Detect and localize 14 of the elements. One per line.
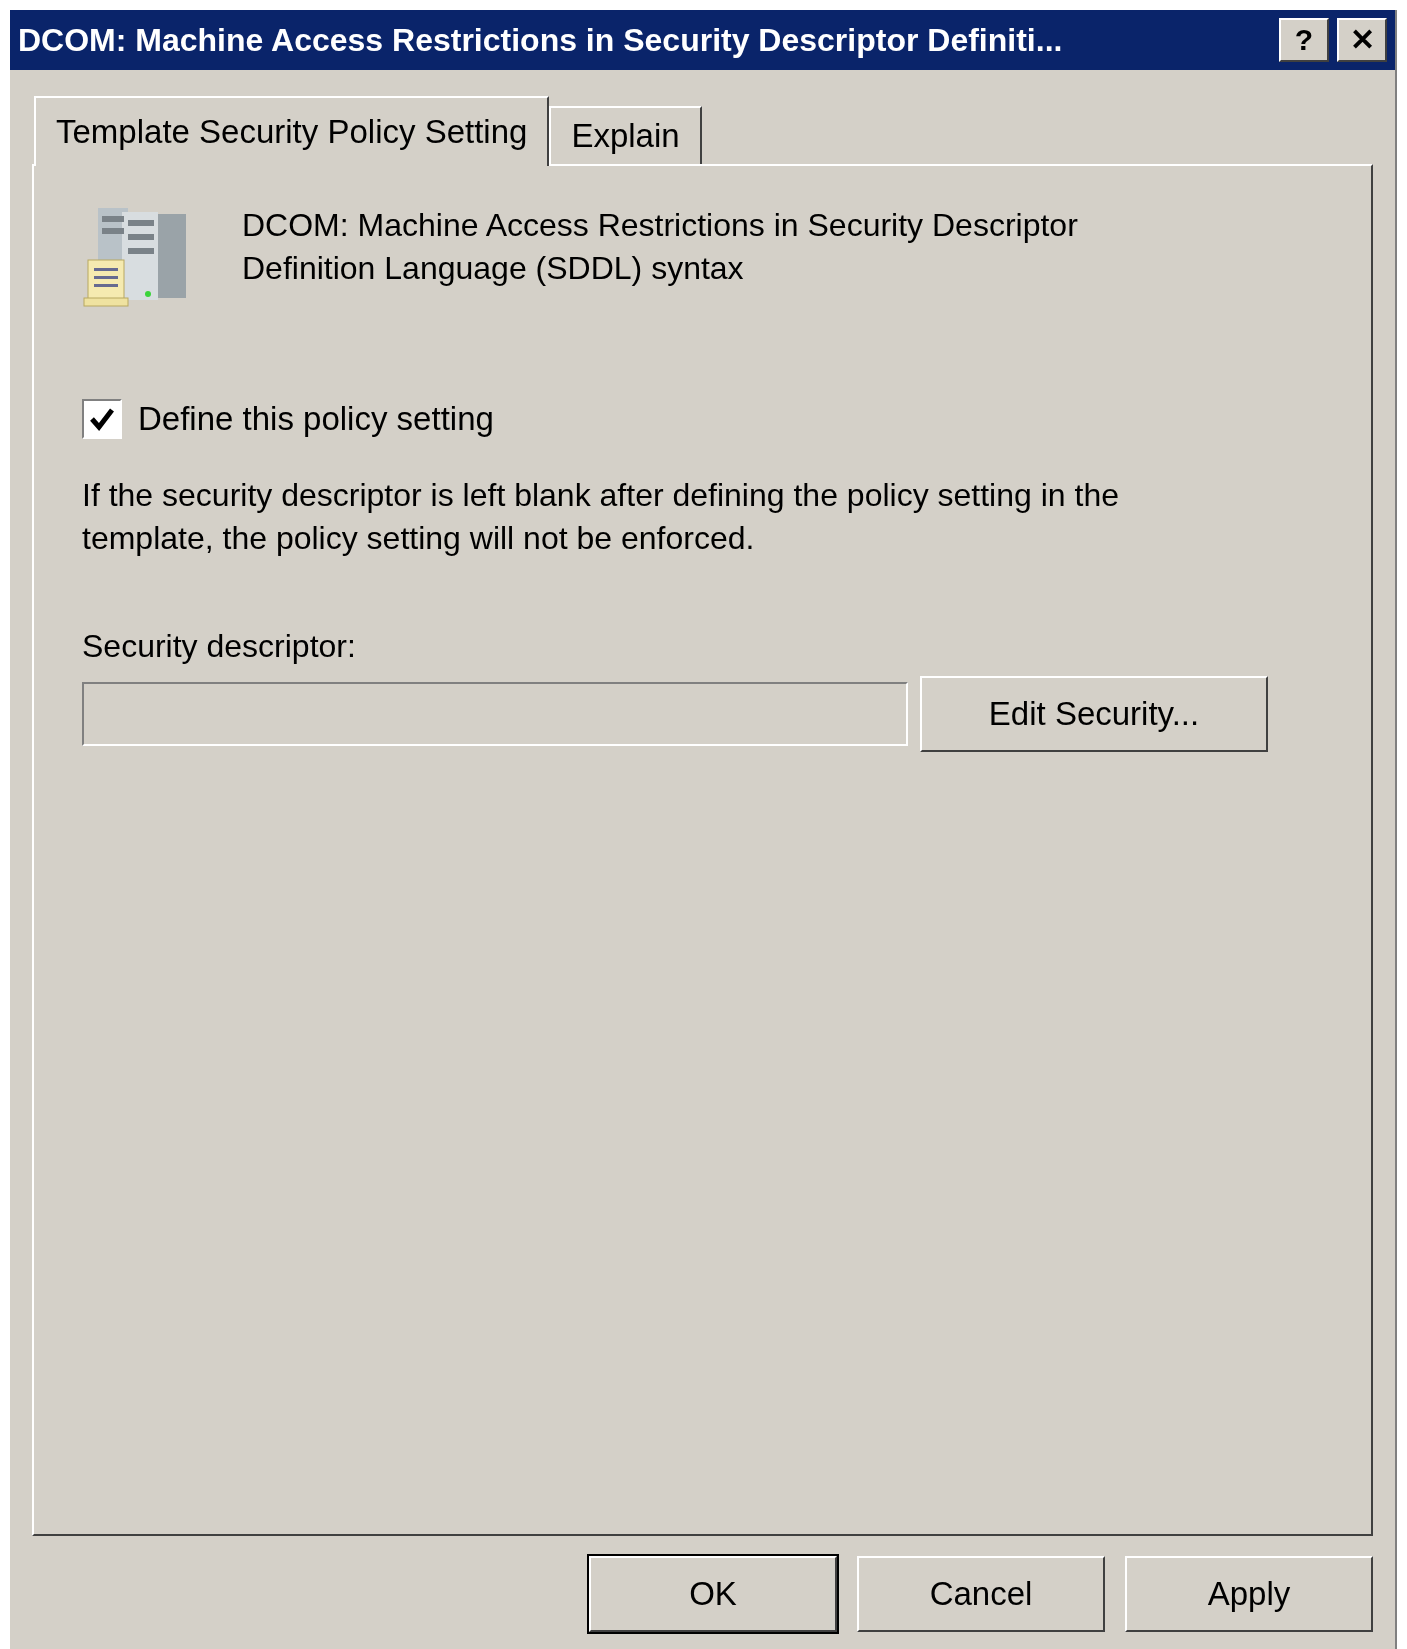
- window-title: DCOM: Machine Access Restrictions in Security Descriptor Definiti...: [18, 21, 1064, 60]
- tab[interactable]: Explain: [549, 106, 702, 164]
- tab[interactable]: Template Security Policy Setting: [34, 96, 550, 166]
- edit-security-button[interactable]: Edit Security...: [920, 675, 1268, 752]
- dialog-button[interactable]: Apply: [1125, 1556, 1373, 1632]
- dialog-button[interactable]: Cancel: [857, 1556, 1105, 1632]
- close-button[interactable]: ✕: [1337, 18, 1387, 62]
- checkbox[interactable]: [82, 398, 122, 439]
- checkbox-label: Define this policy setting: [138, 399, 494, 439]
- dialog-button[interactable]: OK: [589, 1556, 837, 1632]
- policy-title: DCOM: Machine Access Restrictions in Security Descriptor Definition Language (SDDL) syntax: [242, 206, 1079, 288]
- note-text: If the security descriptor is left blank after defining the policy setting in the template, the policy setting will not be enforced.: [82, 475, 1120, 558]
- help-button[interactable]: ?: [1279, 18, 1329, 62]
- field-label: Security descriptor:: [82, 626, 357, 666]
